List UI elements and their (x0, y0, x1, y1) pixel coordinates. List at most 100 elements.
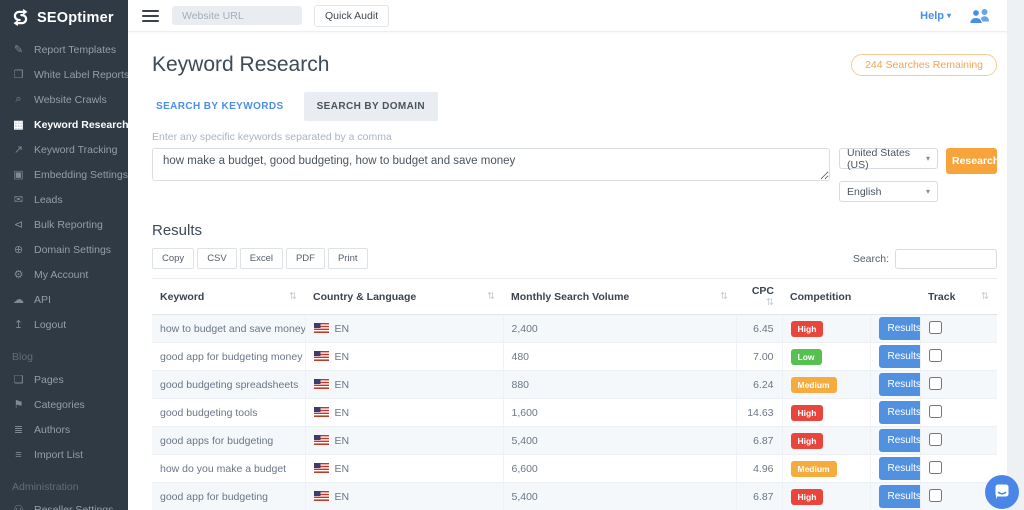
results-button[interactable]: Results (879, 457, 921, 480)
tab-search-by-domain[interactable]: SEARCH BY DOMAIN (304, 92, 438, 121)
topbar: Quick Audit Help ▾ (128, 0, 1007, 32)
competition-cell: Medium (782, 371, 870, 399)
column-header-keyword[interactable]: Keyword⇅ (152, 279, 305, 315)
column-header-cpc[interactable]: CPC⇅ (736, 279, 782, 315)
results-button[interactable]: Results (879, 373, 921, 396)
cpc-cell: 6.24 (736, 371, 782, 399)
column-header-monthly-search-volume[interactable]: Monthly Search Volume⇅ (503, 279, 736, 315)
volume-cell: 880 (503, 371, 736, 399)
sidebar-item-white-label-reports[interactable]: ❐ White Label Reports (0, 62, 128, 87)
track-checkbox[interactable] (929, 321, 942, 334)
table-row: how to budget and save money EN 2,400 6.… (152, 315, 997, 343)
track-checkbox[interactable] (929, 349, 942, 362)
chat-launcher-button[interactable] (985, 475, 1019, 509)
results-button[interactable]: Results (879, 401, 921, 424)
track-checkbox[interactable] (929, 461, 942, 474)
research-button[interactable]: Research (946, 148, 997, 174)
keyword-cell: good budgeting tools (152, 399, 305, 427)
scrollbar-track[interactable] (1007, 0, 1024, 510)
competition-badge: Medium (791, 461, 837, 477)
tab-search-by-keywords[interactable]: SEARCH BY KEYWORDS (152, 92, 288, 121)
import-list-icon: ≡ (12, 449, 25, 461)
sidebar-item-logout[interactable]: ↥ Logout (0, 312, 128, 337)
column-header-country-language[interactable]: Country & Language⇅ (305, 279, 503, 315)
sidebar-item-api[interactable]: ☁ API (0, 287, 128, 312)
sidebar-item-leads[interactable]: ✉ Leads (0, 187, 128, 212)
sidebar-item-bulk-reporting[interactable]: ⊲ Bulk Reporting (0, 212, 128, 237)
keyword-cell: good app for budgeting (152, 483, 305, 510)
chat-bubble-icon (985, 475, 1019, 509)
track-checkbox[interactable] (929, 377, 942, 390)
results-button[interactable]: Results (879, 429, 921, 452)
volume-cell: 1,600 (503, 399, 736, 427)
table-row: good budgeting spreadsheets EN 880 6.24 … (152, 371, 997, 399)
results-button[interactable]: Results (879, 485, 921, 508)
us-flag-icon (314, 351, 329, 361)
copy-export-button[interactable]: Copy (152, 248, 194, 269)
sort-icon[interactable]: ⇅ (487, 291, 495, 302)
excel-export-button[interactable]: Excel (240, 248, 283, 269)
brand-logo[interactable]: SEOptimer (0, 0, 128, 33)
pdf-export-button[interactable]: PDF (286, 248, 325, 269)
website-url-input[interactable] (172, 6, 302, 25)
sidebar-item-website-crawls[interactable]: ⌕ Website Crawls (0, 87, 128, 112)
sort-icon[interactable]: ⇅ (981, 291, 989, 302)
country-language-cell: EN (305, 455, 503, 483)
sidebar-item-embedding-settings[interactable]: ▣ Embedding Settings (0, 162, 128, 187)
quick-audit-button[interactable]: Quick Audit (314, 5, 389, 27)
language-select[interactable]: English ▾ (839, 181, 938, 202)
track-checkbox[interactable] (929, 405, 942, 418)
help-menu[interactable]: Help ▾ (920, 10, 951, 22)
competition-cell: High (782, 315, 870, 343)
sort-icon[interactable]: ⇅ (289, 291, 297, 302)
column-header-actions (870, 279, 920, 315)
sidebar-item-categories[interactable]: ⚑ Categories (0, 392, 128, 417)
results-button[interactable]: Results (879, 345, 921, 368)
sidebar-item-domain-settings[interactable]: ⊕ Domain Settings (0, 237, 128, 262)
csv-export-button[interactable]: CSV (197, 248, 237, 269)
us-flag-icon (314, 463, 329, 473)
help-label: Help (920, 10, 944, 22)
column-header-track[interactable]: Track⇅ (920, 279, 997, 315)
action-cell: Results (870, 343, 920, 371)
table-search-input[interactable] (895, 249, 997, 269)
sidebar-item-keyword-tracking[interactable]: ↗ Keyword Tracking (0, 137, 128, 162)
sort-icon[interactable]: ⇅ (720, 291, 728, 302)
sidebar-item-pages[interactable]: ❏ Pages (0, 367, 128, 392)
competition-badge: High (791, 489, 824, 505)
sidebar-item-my-account[interactable]: ⚙ My Account (0, 262, 128, 287)
sidebar-item-authors[interactable]: ≣ Authors (0, 417, 128, 442)
menu-toggle-icon[interactable] (142, 7, 160, 25)
us-flag-icon (314, 491, 329, 501)
volume-cell: 5,400 (503, 483, 736, 510)
sidebar-item-reseller-settings[interactable]: ⚇ Reseller Settings (0, 497, 128, 510)
sidebar-item-import-list[interactable]: ≡ Import List (0, 442, 128, 467)
keyword-cell: good budgeting spreadsheets (152, 371, 305, 399)
chevron-down-icon: ▾ (926, 154, 930, 163)
country-language-cell: EN (305, 315, 503, 343)
export-buttons: Copy CSV Excel PDF Print (152, 248, 368, 269)
us-flag-icon (314, 435, 329, 445)
us-flag-icon (314, 407, 329, 417)
leads-icon: ✉ (12, 193, 25, 206)
print-export-button[interactable]: Print (328, 248, 368, 269)
sidebar-item-report-templates[interactable]: ✎ Report Templates (0, 37, 128, 62)
action-cell: Results (870, 455, 920, 483)
sidebar-section-blog: Blog (0, 337, 128, 367)
results-button[interactable]: Results (879, 317, 921, 340)
keywords-textarea[interactable]: how make a budget, good budgeting, how t… (152, 148, 830, 181)
cpc-cell: 6.87 (736, 483, 782, 510)
country-select[interactable]: United States (US) ▾ (839, 148, 938, 169)
categories-icon: ⚑ (12, 398, 25, 411)
sort-icon[interactable]: ⇅ (766, 297, 774, 308)
users-icon[interactable] (967, 7, 993, 25)
competition-cell: High (782, 399, 870, 427)
track-checkbox[interactable] (929, 489, 942, 502)
action-cell: Results (870, 371, 920, 399)
track-cell (920, 343, 997, 371)
search-mode-tabs: SEARCH BY KEYWORDS SEARCH BY DOMAIN (152, 92, 997, 121)
country-language-cell: EN (305, 399, 503, 427)
track-checkbox[interactable] (929, 433, 942, 446)
cpc-cell: 6.87 (736, 427, 782, 455)
sidebar-item-keyword-research[interactable]: ▦ Keyword Research (0, 112, 128, 137)
